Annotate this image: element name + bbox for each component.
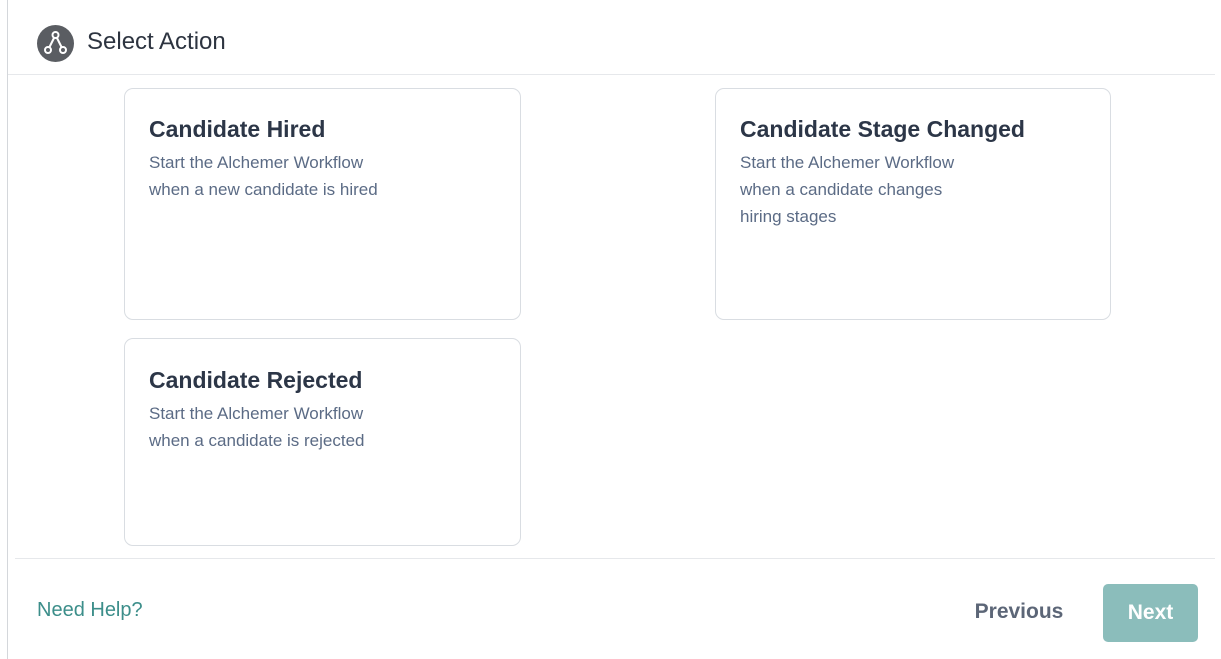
- action-card-title: Candidate Hired: [149, 116, 326, 142]
- description-line: Start the Alchemer Workflow: [740, 153, 955, 172]
- description-line: hiring stages: [740, 207, 837, 226]
- action-card-candidate-hired[interactable]: Candidate Hired Start the Alchemer Workf…: [124, 88, 521, 320]
- action-card-title: Candidate Rejected: [149, 367, 363, 393]
- action-card-description: Start the Alchemer Workflow when a candi…: [740, 149, 954, 230]
- description-line: when a candidate is rejected: [149, 431, 365, 450]
- action-card-description: Start the Alchemer Workflow when a new c…: [149, 149, 378, 203]
- previous-button[interactable]: Previous: [960, 592, 1078, 632]
- description-line: Start the Alchemer Workflow: [149, 153, 364, 172]
- description-line: when a candidate changes: [740, 180, 943, 199]
- action-card-candidate-stage-changed[interactable]: Candidate Stage Changed Start the Alchem…: [715, 88, 1111, 320]
- left-border: [7, 0, 8, 659]
- header: Select Action: [8, 0, 1215, 75]
- next-button[interactable]: Next: [1103, 584, 1198, 642]
- select-action-page: Select Action Candidate Hired Start the …: [0, 0, 1221, 659]
- page-title: Select Action: [87, 28, 226, 55]
- description-line: Start the Alchemer Workflow: [149, 404, 364, 423]
- action-card-description: Start the Alchemer Workflow when a candi…: [149, 400, 364, 454]
- footer-divider: [15, 558, 1215, 559]
- description-line: when a new candidate is hired: [149, 180, 378, 199]
- need-help-link[interactable]: Need Help?: [37, 599, 143, 622]
- workflow-nodes-icon: [37, 25, 74, 62]
- action-card-title: Candidate Stage Changed: [740, 116, 1025, 142]
- action-card-candidate-rejected[interactable]: Candidate Rejected Start the Alchemer Wo…: [124, 338, 521, 546]
